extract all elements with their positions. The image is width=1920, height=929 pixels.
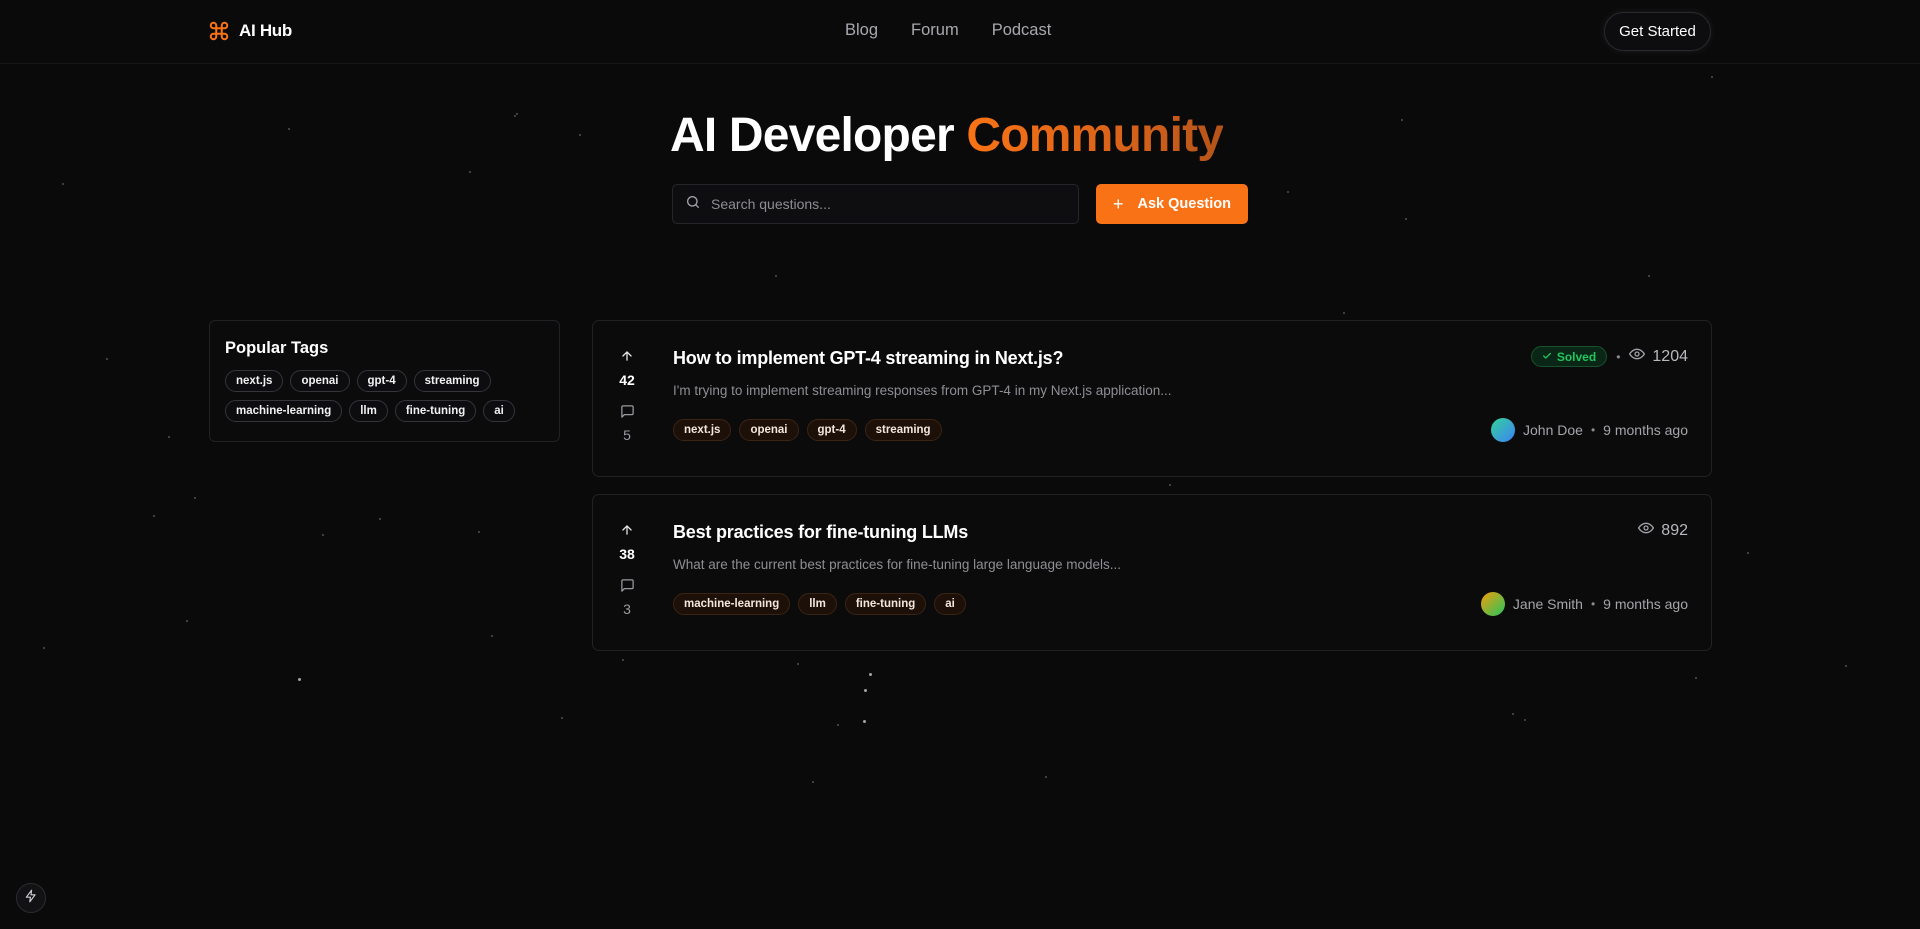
logo-text: AI Hub — [239, 21, 292, 40]
search-input[interactable] — [711, 196, 1051, 212]
tag-pill[interactable]: openai — [290, 370, 350, 392]
ask-question-label: Ask Question — [1137, 196, 1231, 212]
eye-icon — [1629, 346, 1646, 367]
nav-link-forum[interactable]: Forum — [911, 21, 959, 40]
top-navbar: AI Hub Blog Forum Podcast Get Started — [0, 0, 1920, 64]
solved-label: Solved — [1556, 349, 1597, 364]
nav-link-blog[interactable]: Blog — [845, 21, 878, 40]
tag-pill[interactable]: ai — [483, 400, 515, 422]
question-card[interactable]: 38 3 Best practices for fine-tuning LLMs… — [592, 494, 1712, 651]
popular-tags-card: Popular Tags next.js openai gpt-4 stream… — [209, 320, 560, 442]
arrow-up-icon[interactable] — [620, 349, 634, 368]
eye-icon — [1638, 520, 1655, 541]
vote-column: 38 3 — [613, 523, 641, 617]
question-tags: next.js openai gpt-4 streaming — [673, 419, 942, 441]
tag-pill[interactable]: next.js — [225, 370, 284, 392]
tag-pill[interactable]: llm — [798, 593, 837, 615]
question-meta: John Doe • 9 months ago — [1491, 418, 1688, 442]
tag-pill[interactable]: next.js — [673, 419, 732, 441]
main-nav: Blog Forum Podcast — [845, 21, 1051, 40]
tag-pill[interactable]: llm — [349, 400, 388, 422]
separator-dot: • — [1590, 423, 1596, 437]
tag-pill[interactable]: machine-learning — [673, 593, 791, 615]
get-started-button[interactable]: Get Started — [1604, 12, 1711, 51]
lightning-icon — [24, 889, 38, 908]
question-title[interactable]: How to implement GPT-4 streaming in Next… — [673, 348, 1063, 369]
tag-pill[interactable]: openai — [739, 419, 799, 441]
page-title-accent: Community — [966, 109, 1224, 162]
question-excerpt: What are the current best practices for … — [673, 557, 1121, 572]
question-stats: 892 — [1638, 520, 1688, 541]
post-time: 9 months ago — [1603, 422, 1688, 438]
tag-pill[interactable]: streaming — [413, 370, 491, 392]
comment-count: 3 — [623, 601, 631, 617]
solved-badge: Solved — [1530, 346, 1608, 367]
arrow-up-icon[interactable] — [620, 523, 634, 542]
separator-dot: • — [1616, 349, 1621, 364]
question-stats: Solved • 1204 — [1530, 346, 1688, 367]
tag-pill[interactable]: gpt-4 — [806, 419, 857, 441]
vote-column: 42 5 — [613, 349, 641, 443]
search-box[interactable] — [672, 184, 1079, 224]
tag-pill[interactable]: ai — [934, 593, 966, 615]
popular-tags-title: Popular Tags — [225, 339, 329, 357]
command-icon — [208, 20, 230, 42]
vote-count: 42 — [619, 372, 635, 388]
view-count-value: 892 — [1661, 521, 1688, 539]
avatar[interactable] — [1480, 592, 1505, 616]
tag-pill[interactable]: gpt-4 — [356, 370, 407, 392]
question-meta: Jane Smith • 9 months ago — [1480, 592, 1688, 616]
popular-tags-list: next.js openai gpt-4 streaming machine-l… — [225, 370, 543, 422]
tag-pill[interactable]: streaming — [864, 419, 942, 441]
tag-pill[interactable]: machine-learning — [225, 400, 343, 422]
view-count: 1204 — [1629, 346, 1688, 367]
view-count: 892 — [1638, 520, 1688, 541]
author-name[interactable]: John Doe — [1523, 422, 1583, 438]
message-square-icon — [620, 404, 635, 424]
page-title-main: AI Developer — [670, 109, 955, 162]
question-card[interactable]: 42 5 How to implement GPT-4 streaming in… — [592, 320, 1712, 477]
tag-pill[interactable]: fine-tuning — [394, 400, 477, 422]
view-count-value: 1204 — [1652, 347, 1688, 365]
post-time: 9 months ago — [1603, 596, 1688, 612]
question-tags: machine-learning llm fine-tuning ai — [673, 593, 966, 615]
question-title[interactable]: Best practices for fine-tuning LLMs — [673, 522, 968, 543]
ask-question-button[interactable]: + Ask Question — [1096, 184, 1248, 224]
message-square-icon — [620, 578, 635, 598]
vote-count: 38 — [619, 546, 635, 562]
separator-dot: • — [1590, 597, 1596, 611]
author-name[interactable]: Jane Smith — [1513, 596, 1583, 612]
avatar[interactable] — [1491, 418, 1516, 442]
check-icon — [1542, 350, 1552, 364]
comment-count: 5 — [623, 427, 631, 443]
nav-link-podcast[interactable]: Podcast — [992, 21, 1052, 40]
dev-tools-button[interactable] — [16, 883, 46, 913]
logo[interactable]: AI Hub — [208, 20, 292, 42]
question-excerpt: I'm trying to implement streaming respon… — [673, 383, 1172, 398]
tag-pill[interactable]: fine-tuning — [844, 593, 927, 615]
page-title: AI Developer Community — [670, 108, 1270, 163]
plus-icon: + — [1113, 194, 1124, 214]
search-icon — [685, 194, 701, 215]
